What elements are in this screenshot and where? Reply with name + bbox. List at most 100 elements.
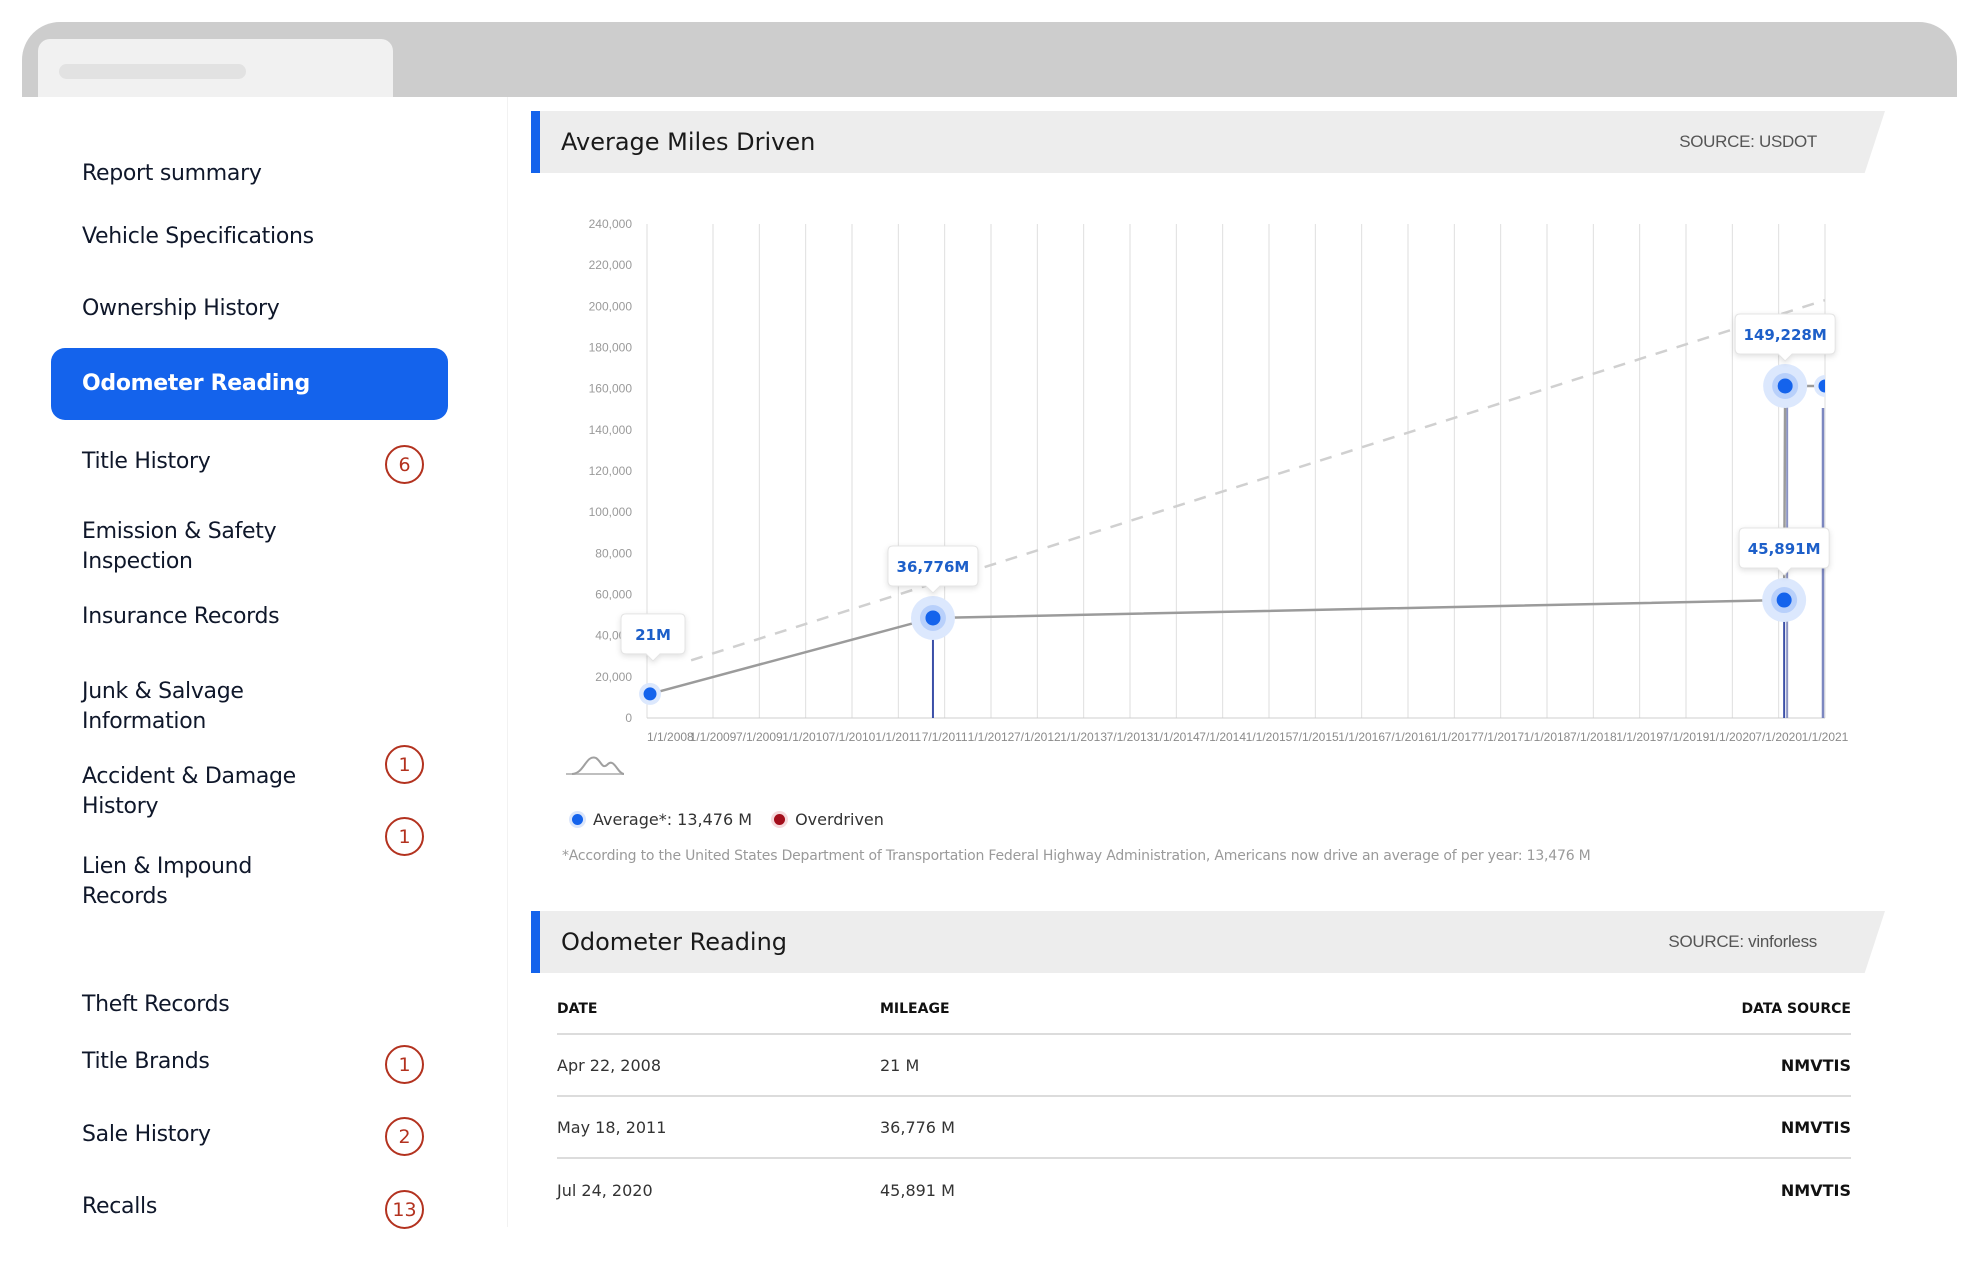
x-tick-label: 1/1/2010 [782,730,829,744]
sidebar-item-ownership-history[interactable]: Ownership History [82,294,280,324]
cell-data-source: NMVTIS [1780,1180,1851,1200]
title-brands-count-badge: 1 [385,1045,424,1084]
sidebar-item-theft-records[interactable]: Theft Records [82,990,230,1020]
y-tick-label: 100,000 [589,505,633,519]
table-row: Apr 22, 2008 21 M NMVTIS [557,1035,1851,1097]
x-tick-label: 1/1/2014 [1153,730,1200,744]
column-header-date: DATE [557,1001,598,1017]
sale-history-count-badge: 2 [385,1117,424,1156]
column-header-data-source: DATA SOURCE [1741,1001,1851,1017]
cell-date: May 18, 2011 [557,1117,667,1137]
tooltip-value: 36,776M [897,558,970,576]
sidebar-item-vehicle-specifications[interactable]: Vehicle Specifications [82,222,314,252]
cell-mileage: 45,891 M [880,1180,955,1200]
data-point [925,610,941,626]
odometer-line [649,384,1825,696]
x-tick-label: 1/1/2018 [1524,730,1571,744]
sidebar-item-label: Sale History [82,1122,211,1147]
y-tick-label: 20,000 [595,670,632,684]
sidebar-item-sale-history[interactable]: Sale History [82,1120,211,1150]
x-tick-label: 7/1/2015 [1292,730,1339,744]
x-tick-label: 1/1/2009 [690,730,737,744]
sidebar-item-label: Report summary [82,161,262,186]
y-tick-label: 80,000 [595,546,632,560]
odometer-table: DATE MILEAGE DATA SOURCE Apr 22, 2008 21… [557,985,1851,1221]
x-tick-label: 7/1/2019 [1663,730,1710,744]
chart-footnote: *According to the United States Departme… [562,848,1591,864]
x-tick-label: 1/1/2017 [1431,730,1478,744]
browser-tab[interactable] [38,39,393,97]
x-tick-label: 7/1/2011 [922,730,968,744]
accident-count-badge: 1 [385,745,424,784]
x-tick-label: 1/1/2021 [1802,730,1849,744]
sidebar-item-report-summary[interactable]: Report summary [82,159,262,189]
legend-average-label: Average*: 13,476 M [593,810,753,829]
sidebar-item-label: Title Brands [82,1049,210,1074]
y-tick-label: 220,000 [589,258,633,272]
legend-average[interactable]: Average*: 13,476 M [572,810,752,829]
y-tick-label: 120,000 [589,464,633,478]
sidebar-item-label: Insurance Records [82,604,280,629]
tab-title-placeholder [59,64,246,79]
average-dot-icon [572,814,583,825]
sidebar-item-label: Accident & Damage History [82,764,296,819]
section-title: Average Miles Driven [561,128,816,156]
y-tick-label: 240,000 [589,217,633,231]
cell-mileage: 21 M [880,1055,920,1075]
tooltip-value: 21M [635,626,671,644]
legend-overdriven[interactable]: Overdriven [774,810,884,829]
sidebar-item-title-history[interactable]: Title History [82,447,211,477]
x-tick-label: 7/1/2018 [1570,730,1617,744]
x-tick-label: 1/1/2015 [1246,730,1293,744]
sidebar-item-label: Odometer Reading [82,371,310,396]
table-row: May 18, 2011 36,776 M NMVTIS [557,1097,1851,1159]
section-title: Odometer Reading [561,928,788,956]
sidebar-item-label: Vehicle Specifications [82,224,314,249]
cell-data-source: NMVTIS [1780,1055,1851,1075]
x-tick-label: 7/1/2016 [1385,730,1432,744]
sidebar-item-label: Theft Records [82,992,230,1017]
sidebar-item-label: Emission & Safety Inspection [82,519,277,574]
sidebar-item-emission-safety[interactable]: Emission & Safety Inspection [82,517,322,577]
sidebar-item-junk-salvage[interactable]: Junk & Salvage Information [82,677,302,737]
sidebar-item-label: Recalls [82,1194,157,1219]
y-tick-label: 140,000 [589,423,633,437]
range-selector-icon[interactable] [566,756,625,775]
y-tick-label: 0 [625,711,632,725]
column-header-mileage: MILEAGE [880,1001,950,1017]
section-accent-bar [531,911,540,973]
sidebar-item-label: Title History [82,449,211,474]
x-tick-label: 1/1/2020 [1709,730,1756,744]
x-tick-label: 1/1/2008 [647,730,694,744]
sidebar-nav: Report summary Vehicle Specifications Ow… [0,97,508,1229]
sidebar-item-accident-damage[interactable]: Accident & Damage History [82,762,332,822]
miles-section-header: Average Miles Driven SOURCE: USDOT [531,111,1885,173]
x-tick-label: 1/1/2013 [1060,730,1107,744]
sidebar-item-title-brands[interactable]: Title Brands [82,1047,210,1077]
sidebar-item-insurance-records[interactable]: Insurance Records [82,602,280,632]
cell-date: Apr 22, 2008 [557,1055,662,1075]
sidebar-item-lien-impound[interactable]: Lien & Impound Records [82,852,302,912]
average-trend-line [690,298,1825,662]
x-tick-label: 7/1/2009 [736,730,783,744]
x-tick-label: 1/1/2019 [1616,730,1663,744]
cell-data-source: NMVTIS [1780,1117,1851,1137]
cell-date: Jul 24, 2020 [557,1180,653,1200]
table-header: DATE MILEAGE DATA SOURCE [557,985,1851,1035]
value-tooltip: 45,891M [1738,527,1830,576]
cell-mileage: 36,776 M [880,1117,955,1137]
sidebar-item-recalls[interactable]: Recalls [82,1192,157,1222]
value-tooltip: 149,228M [1734,313,1836,362]
sidebar-item-odometer-reading[interactable]: Odometer Reading [51,348,448,420]
section-accent-bar [531,111,540,173]
x-tick-label: 7/1/2012 [1014,730,1061,744]
section-source: SOURCE: USDOT [1679,132,1817,151]
section-source: SOURCE: vinforless [1668,932,1817,951]
table-row: Jul 24, 2020 45,891 M NMVTIS [557,1159,1851,1221]
x-tick-label: 7/1/2013 [1107,730,1154,744]
y-tick-label: 200,000 [589,299,633,313]
sidebar-item-label: Junk & Salvage Information [82,679,244,734]
tooltip-value: 45,891M [1748,540,1821,558]
value-tooltip: 36,776M [887,545,979,594]
sidebar-item-label: Ownership History [82,296,280,321]
